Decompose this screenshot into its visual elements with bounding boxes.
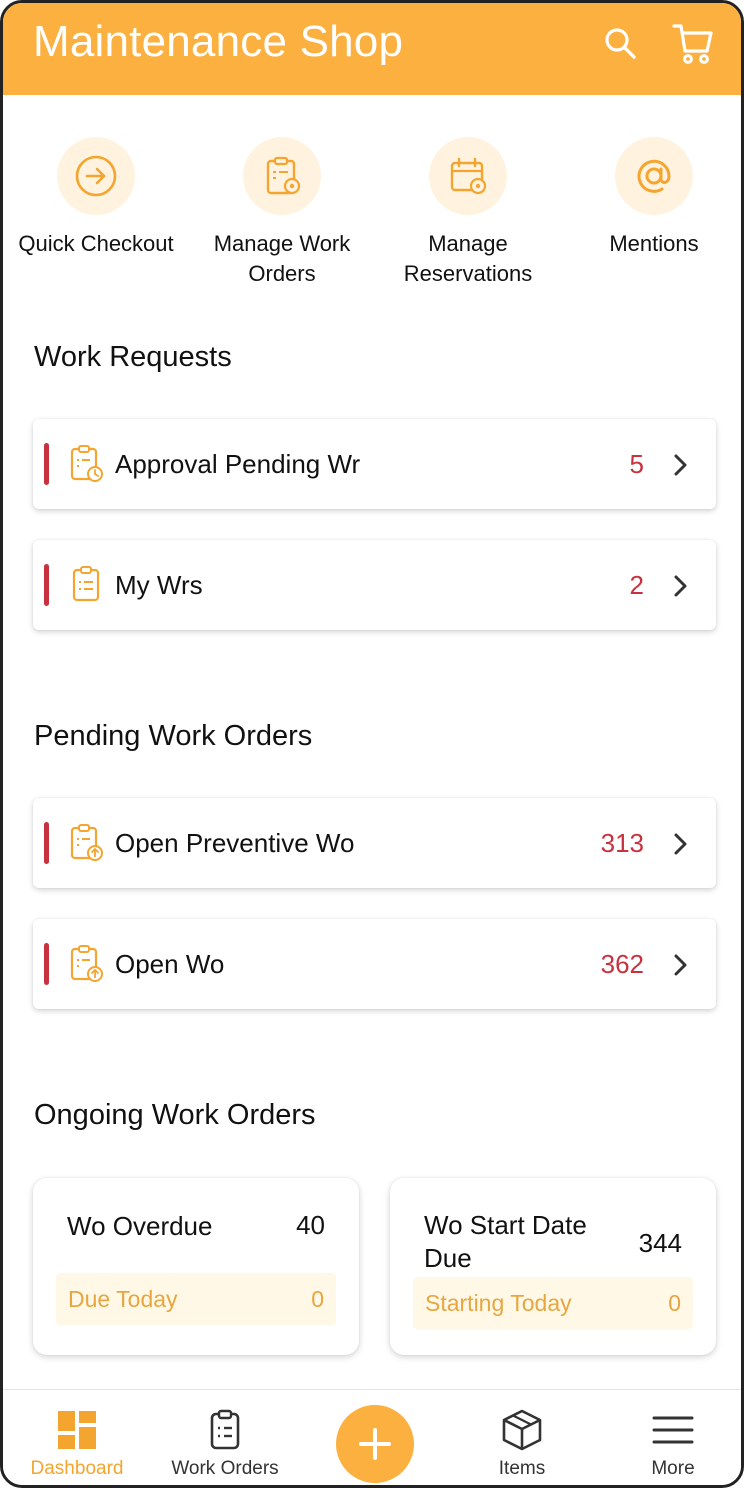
chevron-right-icon <box>672 831 690 857</box>
ongoing-work-orders-title: Ongoing Work Orders <box>34 1099 316 1131</box>
quick-checkout-label: Quick Checkout <box>18 231 174 256</box>
chevron-right-icon <box>672 952 690 978</box>
clipboard-list-icon <box>69 565 105 605</box>
status-bar <box>44 822 49 864</box>
nav-dashboard[interactable]: Dashboard <box>3 1390 151 1485</box>
status-bar <box>44 443 49 485</box>
starting-today-strip[interactable]: Starting Today 0 <box>413 1277 693 1329</box>
manage-work-orders-action[interactable]: Manage Work Orders <box>189 137 375 289</box>
add-button[interactable] <box>336 1405 414 1483</box>
wo-start-date-due-tile[interactable]: Wo Start Date Due 344 Starting Today 0 <box>390 1178 716 1355</box>
clipboard-upload-icon <box>69 944 105 984</box>
nav-items[interactable]: Items <box>448 1390 596 1485</box>
app-header: Maintenance Shop <box>3 3 741 95</box>
wo-overdue-tile[interactable]: Wo Overdue 40 Due Today 0 <box>33 1178 359 1355</box>
row-label: Open Preventive Wo <box>115 828 355 858</box>
cart-icon[interactable] <box>671 21 713 65</box>
tile-count: 40 <box>296 1210 325 1240</box>
row-label: My Wrs <box>115 570 203 600</box>
clipboard-icon <box>203 1408 247 1452</box>
quick-checkout-action[interactable]: Quick Checkout <box>3 137 189 259</box>
arrow-circle-right-icon <box>57 137 135 215</box>
open-preventive-wo-row[interactable]: Open Preventive Wo 313 <box>33 798 716 888</box>
menu-icon <box>651 1408 695 1452</box>
manage-reservations-label: Manage Reservations <box>375 229 561 289</box>
dashboard-icon <box>55 1408 99 1452</box>
approval-pending-wr-row[interactable]: Approval Pending Wr 5 <box>33 419 716 509</box>
chevron-right-icon <box>672 452 690 478</box>
status-bar <box>44 943 49 985</box>
tile-title: Wo Overdue <box>67 1211 213 1241</box>
nav-label: Items <box>498 1458 546 1479</box>
row-count: 2 <box>629 570 644 600</box>
at-sign-icon <box>615 137 693 215</box>
work-requests-title: Work Requests <box>34 341 232 373</box>
app-title: Maintenance Shop <box>33 17 404 66</box>
box-icon <box>500 1408 544 1452</box>
tile-sub-count: 0 <box>311 1286 324 1312</box>
manage-reservations-text: Manage Reservations <box>403 231 533 286</box>
clipboard-upload-icon <box>69 823 105 863</box>
plus-icon <box>359 1428 391 1460</box>
open-wo-row[interactable]: Open Wo 362 <box>33 919 716 1009</box>
app-screen: Maintenance Shop Quick Checkout Manage W… <box>0 0 744 1488</box>
due-today-strip[interactable]: Due Today 0 <box>56 1273 336 1325</box>
tile-sub-label: Due Today <box>68 1286 178 1312</box>
mentions-action[interactable]: Mentions <box>561 137 741 259</box>
clipboard-gear-icon <box>243 137 321 215</box>
search-icon[interactable] <box>601 21 641 65</box>
manage-reservations-action[interactable]: Manage Reservations <box>375 137 561 289</box>
row-count: 362 <box>600 949 644 979</box>
calendar-gear-icon <box>429 137 507 215</box>
row-count: 5 <box>629 449 644 479</box>
tile-sub-label: Starting Today <box>425 1290 572 1316</box>
tile-count: 344 <box>638 1228 682 1258</box>
tile-sub-count: 0 <box>668 1290 681 1316</box>
my-wrs-row[interactable]: My Wrs 2 <box>33 540 716 630</box>
status-bar <box>44 564 49 606</box>
nav-work-orders[interactable]: Work Orders <box>151 1390 299 1485</box>
mentions-label: Mentions <box>609 231 699 256</box>
nav-label: Work Orders <box>171 1458 279 1479</box>
row-label: Open Wo <box>115 949 225 979</box>
manage-work-orders-label: Manage Work Orders <box>189 229 375 289</box>
nav-label: Dashboard <box>30 1458 124 1479</box>
row-count: 313 <box>600 828 644 858</box>
nav-more[interactable]: More <box>599 1390 741 1485</box>
chevron-right-icon <box>672 573 690 599</box>
nav-label: More <box>651 1458 695 1479</box>
pending-work-orders-title: Pending Work Orders <box>34 720 313 752</box>
clipboard-clock-icon <box>69 444 105 484</box>
manage-work-orders-text: Manage Work Orders <box>213 231 351 286</box>
row-label: Approval Pending Wr <box>115 449 361 479</box>
tile-title: Wo Start Date Due <box>424 1210 587 1273</box>
